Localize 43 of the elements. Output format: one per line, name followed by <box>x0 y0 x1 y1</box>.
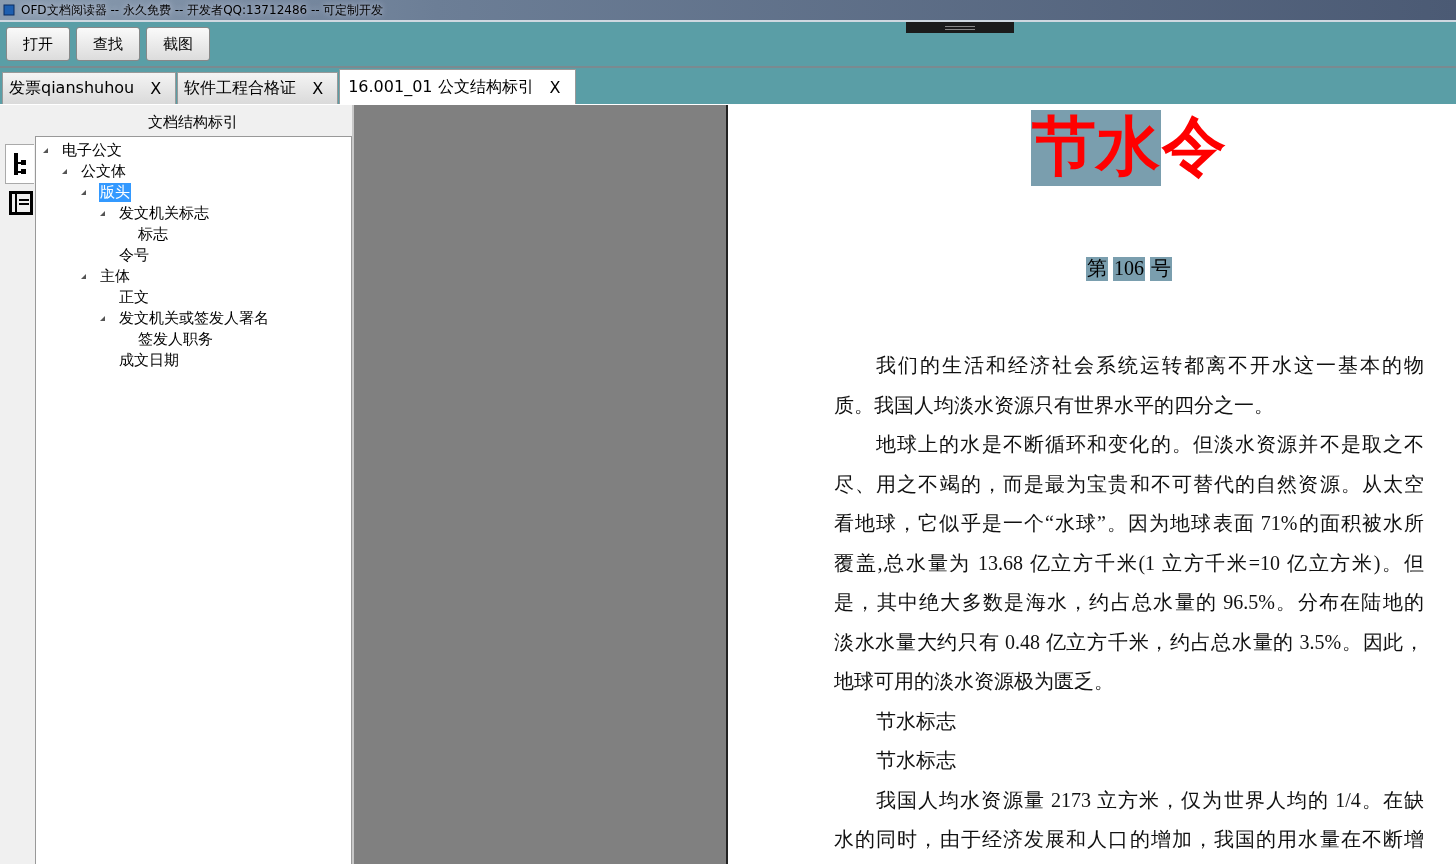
window-title: OFD文档阅读器 -- 永久免费 -- 开发者QQ:13712486 -- 可定制开发 <box>21 1 384 19</box>
collapse-handle[interactable] <box>906 22 1014 33</box>
body-text-line: 水的同时，由于经济发展和人口的增加，我国的用水量在不断增 <box>834 827 1424 852</box>
document-tab[interactable]: 发票qianshuhou X <box>2 72 177 104</box>
tree-icon[interactable] <box>13 152 27 176</box>
toolbar-button[interactable]: 截图 <box>146 27 210 61</box>
body-text-line: 淡水水量大约只有 0.48 亿立方千米，约占总水量的 3.5%。因此， <box>834 629 1424 655</box>
tree-item[interactable]: 电子公文 <box>61 141 123 160</box>
app-icon <box>3 4 15 16</box>
tree-item[interactable]: 公文体 <box>80 162 127 181</box>
body-text-line: 节水标志 <box>875 708 957 734</box>
page-list-icon[interactable] <box>9 191 33 215</box>
tree-item[interactable]: 发文机关或签发人署名 <box>118 309 270 328</box>
body-text-line: 是，其中绝大多数是海水，约占总水量的 96.5%。分布在陆地的 <box>834 590 1424 615</box>
document-number: 106 <box>1113 257 1145 281</box>
body-text-line: 我国人均水资源量 2173 立方米，仅为世界人均的 1/4。在缺 <box>875 787 1424 813</box>
document-tab[interactable]: 软件工程合格证 X <box>177 72 339 104</box>
tree-item[interactable]: 标志 <box>137 225 169 244</box>
body-text-line: 尽、用之不竭的，而是最为宝贵和不可替代的自然资源。从太空 <box>834 471 1424 497</box>
body-text-line: 地球上的水是不断循环和变化的。但淡水资源并不是取之不 <box>875 432 1424 457</box>
close-tab-button[interactable]: X <box>312 79 324 98</box>
document-title: 节水 <box>1031 110 1161 186</box>
body-text-line: 覆盖,总水量为 13.68 亿立方千米(1 立方千米=10 亿立方米)。但 <box>834 550 1424 577</box>
tree-item[interactable]: 正文 <box>118 288 150 307</box>
tree-item[interactable]: 发文机关标志 <box>118 204 210 223</box>
toolbar-button[interactable]: 查找 <box>76 27 140 61</box>
document-number: 号 <box>1150 257 1172 281</box>
tree-item[interactable]: 签发人职务 <box>137 330 214 349</box>
body-text-line: 节水标志 <box>875 748 957 773</box>
close-tab-button[interactable]: X <box>549 77 561 97</box>
document-tab[interactable]: 16.001_01 公文结构标引 X <box>339 69 576 104</box>
body-text-line: 我们的生活和经济社会系统运转都离不开水这一基本的物 <box>875 353 1424 378</box>
toolbar-button[interactable]: 打开 <box>6 27 70 61</box>
tree-item[interactable]: 成文日期 <box>118 351 180 370</box>
document-title: 令 <box>1161 110 1227 184</box>
body-text-line: 质。我国人均淡水资源只有世界水平的四分之一。 <box>834 392 1275 418</box>
body-text-line: 看地球，它似乎是一个“水球”。因为地球表面 71%的面积被水所 <box>834 511 1424 536</box>
tree-item[interactable]: 主体 <box>99 267 131 286</box>
tree-item[interactable]: 令号 <box>118 246 150 265</box>
document-number: 第 <box>1086 257 1108 281</box>
body-text-line: 地球可用的淡水资源极为匮乏。 <box>834 669 1115 694</box>
panel-title: 文档结构标引 <box>147 112 239 133</box>
close-tab-button[interactable]: X <box>150 79 162 98</box>
